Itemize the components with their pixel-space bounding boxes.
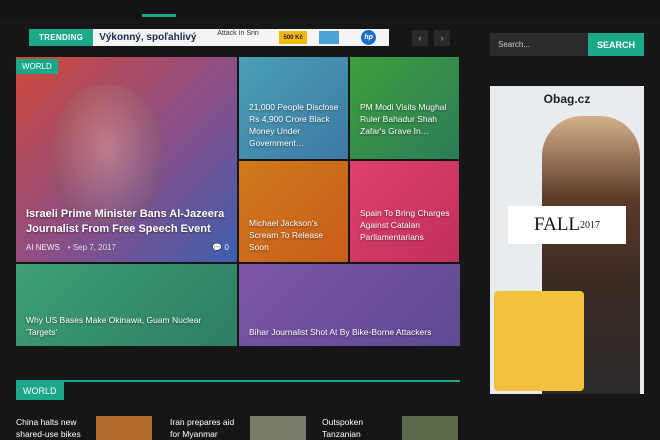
- top-navigation-bar: [0, 0, 660, 18]
- comment-count-value: 0: [224, 243, 229, 252]
- list-item-thumbnail[interactable]: [250, 416, 306, 440]
- post-date: • Sep 7, 2017: [67, 243, 116, 252]
- next-arrow-button[interactable]: ›: [434, 30, 450, 46]
- search-form: Search... SEARCH: [490, 33, 644, 56]
- list-item[interactable]: Outspoken Tanzanian: [322, 416, 458, 440]
- banner-ticker: Attack In Srin: [217, 30, 259, 37]
- category-badge[interactable]: WORLD: [16, 59, 58, 74]
- tile-title[interactable]: 21,000 People Disclose Rs 4,900 Crore Bl…: [249, 101, 345, 149]
- featured-tile[interactable]: Bihar Journalist Shot At By Bike-Borne A…: [239, 264, 460, 346]
- tile-title[interactable]: Why US Bases Make Okinawa, Guam Nuclear …: [26, 314, 226, 338]
- ad-headline: FALL 2017: [508, 206, 626, 244]
- section-label[interactable]: WORLD: [16, 382, 64, 400]
- featured-tile[interactable]: 21,000 People Disclose Rs 4,900 Crore Bl…: [239, 57, 348, 159]
- search-button[interactable]: SEARCH: [588, 33, 644, 56]
- list-item-thumbnail[interactable]: [96, 416, 152, 440]
- active-nav-indicator: [142, 14, 176, 17]
- list-item-title[interactable]: Iran prepares aid for Myanmar: [170, 416, 246, 440]
- featured-tile[interactable]: Michael Jackson's Scream To Release Soon: [239, 161, 348, 262]
- post-date-text: Sep 7, 2017: [72, 243, 116, 252]
- world-section-header: WORLD: [16, 380, 460, 400]
- ad-year: 2017: [580, 219, 601, 231]
- featured-grid: WORLD Israeli Prime Minister Bans Al-Jaz…: [16, 57, 460, 346]
- list-item-title[interactable]: Outspoken Tanzanian: [322, 416, 398, 440]
- post-meta: AI NEWS • Sep 7, 2017 💬 0: [26, 243, 229, 252]
- trending-label: TRENDING: [29, 29, 94, 46]
- tile-title[interactable]: Bihar Journalist Shot At By Bike-Borne A…: [249, 326, 454, 338]
- ad-logo: Obag.cz: [543, 92, 591, 106]
- search-input[interactable]: Search...: [490, 33, 588, 56]
- featured-photo: [52, 85, 162, 225]
- list-item-title[interactable]: China halts new shared-use bikes: [16, 416, 92, 440]
- hp-logo-icon: hp: [361, 30, 377, 45]
- comment-count[interactable]: 💬 0: [212, 243, 229, 252]
- slider-arrows: ‹ ›: [412, 30, 450, 46]
- trending-ad-banner[interactable]: Výkonný, spoľahlivý Attack In Srin 500 K…: [93, 29, 389, 46]
- list-item[interactable]: Iran prepares aid for Myanmar: [170, 416, 306, 440]
- list-item[interactable]: China halts new shared-use bikes: [16, 416, 152, 440]
- featured-tile[interactable]: Spain To Bring Charges Against Catalan P…: [350, 161, 459, 262]
- banner-price: 500 Kč: [279, 31, 308, 44]
- ad-headline-text: FALL: [533, 214, 581, 235]
- sidebar-ad[interactable]: Obag.cz FALL 2017: [490, 86, 644, 394]
- featured-main-title[interactable]: Israeli Prime Minister Bans Al-Jazeera J…: [26, 207, 231, 237]
- author-name[interactable]: AI NEWS: [26, 243, 60, 252]
- featured-tile[interactable]: PM Modi Visits Mughal Ruler Bahadur Shah…: [350, 57, 459, 159]
- ad-bag-image: [494, 291, 584, 391]
- featured-main-tile[interactable]: WORLD Israeli Prime Minister Bans Al-Jaz…: [16, 57, 237, 262]
- trending-bar: TRENDING Výkonný, spoľahlivý Attack In S…: [29, 29, 389, 46]
- banner-text: Výkonný, spoľahlivý: [99, 32, 197, 43]
- prev-arrow-button[interactable]: ‹: [412, 30, 428, 46]
- tile-title[interactable]: PM Modi Visits Mughal Ruler Bahadur Shah…: [360, 101, 456, 137]
- banner-product-image: [319, 31, 340, 44]
- tile-title[interactable]: Spain To Bring Charges Against Catalan P…: [360, 207, 456, 243]
- featured-tile[interactable]: Why US Bases Make Okinawa, Guam Nuclear …: [16, 264, 237, 346]
- list-item-thumbnail[interactable]: [402, 416, 458, 440]
- tile-title[interactable]: Michael Jackson's Scream To Release Soon: [249, 217, 345, 253]
